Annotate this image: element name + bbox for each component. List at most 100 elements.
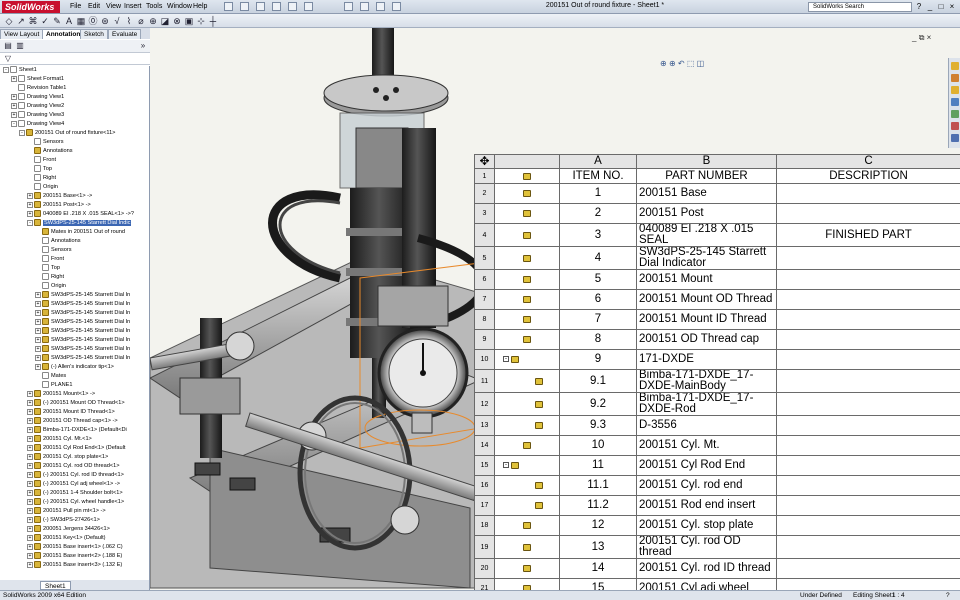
bom-part-number[interactable]: 200151 OD Thread cap xyxy=(636,329,777,350)
bom-row[interactable]: 5 4 SW3dPS-25-145 Starrett Dial Indicator xyxy=(474,246,960,270)
appearances-icon[interactable] xyxy=(951,122,959,130)
bom-row-number[interactable]: 11 xyxy=(474,369,495,393)
tree-item[interactable]: +200151 OD Thread cap<1> -> xyxy=(0,417,149,426)
bom-part-number[interactable]: 040089 EI .218 X .015 SEAL xyxy=(636,223,777,247)
expand-icon[interactable]: + xyxy=(27,453,33,460)
help-icon[interactable] xyxy=(392,2,401,11)
bom-header-description[interactable]: DESCRIPTION xyxy=(776,168,960,184)
doc-minimize-icon[interactable]: _ xyxy=(912,33,916,42)
heads-up-view-toolbar[interactable]: ⊕ ⊕ ↶ ⬚ ◫ xyxy=(660,59,704,69)
format-painter-icon[interactable]: ✎ xyxy=(52,16,62,26)
tree-item[interactable]: + SW3dPS-25-145 Starrett Dial In xyxy=(0,354,149,363)
bom-header-part-number[interactable]: PART NUMBER xyxy=(636,168,777,184)
bom-description[interactable] xyxy=(776,203,960,224)
tree-item[interactable]: + SW3dPS-25-145 Starrett Dial In xyxy=(0,309,149,318)
tree-item[interactable]: + Bimba-171-DXDE<1> (Default<Di xyxy=(0,426,149,435)
bom-row-number[interactable]: 3 xyxy=(474,203,495,224)
expand-icon[interactable]: + xyxy=(27,561,33,568)
bom-description[interactable] xyxy=(776,309,960,330)
tree-item[interactable]: Front xyxy=(0,255,149,264)
tree-item[interactable]: +200151 Key<1> (Default) xyxy=(0,534,149,543)
tab-sketch[interactable]: Sketch xyxy=(80,29,108,39)
bom-row[interactable]: 4 3 040089 EI .218 X .015 SEAL FINISHED PAR… xyxy=(474,223,960,247)
dimension-icon[interactable]: ↗ xyxy=(16,16,26,26)
undo-icon[interactable] xyxy=(288,2,297,11)
tree-item[interactable]: +200151 Base insert<3> (.132 E) xyxy=(0,561,149,570)
expand-icon[interactable]: + xyxy=(27,408,33,415)
menu-file[interactable]: File xyxy=(70,2,81,12)
bom-description[interactable] xyxy=(776,349,960,370)
bom-row[interactable]: 9 8 200151 OD Thread cap xyxy=(474,329,960,350)
tree-item[interactable]: Sensors xyxy=(0,246,149,255)
zoom-to-fit-icon[interactable]: ⊕ xyxy=(660,59,667,68)
bom-description[interactable] xyxy=(776,183,960,204)
bom-row-number[interactable]: 20 xyxy=(474,558,495,579)
tree-item[interactable]: Top xyxy=(0,264,149,273)
tree-item[interactable]: +200151 Pull pin mt<1> -> xyxy=(0,507,149,516)
feature-manager-icon[interactable]: ▤ xyxy=(3,41,13,51)
bom-row-number[interactable]: 6 xyxy=(474,269,495,290)
datum-feature-icon[interactable]: ◪ xyxy=(160,16,170,26)
menu-view[interactable]: View xyxy=(106,2,121,12)
tab-view-layout[interactable]: View Layout xyxy=(0,29,44,39)
bom-header-item-no[interactable]: ITEM NO. xyxy=(559,168,637,184)
tab-evaluate[interactable]: Evaluate xyxy=(108,29,142,39)
zoom-area-icon[interactable]: ⊕ xyxy=(669,59,676,68)
bom-item-no[interactable]: 10 xyxy=(559,435,637,456)
doc-restore-icon[interactable]: ⧉ xyxy=(919,33,925,42)
property-manager-icon[interactable]: ▥ xyxy=(15,41,25,51)
linear-pattern-icon[interactable]: ▦ xyxy=(76,16,86,26)
tree-item[interactable]: - Sheet1 xyxy=(0,66,149,75)
expand-icon[interactable]: + xyxy=(11,102,17,109)
tree-item[interactable]: + SW3dPS-25-145 Starrett Dial In xyxy=(0,327,149,336)
bom-description[interactable] xyxy=(776,435,960,456)
bom-move-handle[interactable]: ✥ xyxy=(474,154,495,169)
bom-item-no[interactable]: 9.3 xyxy=(559,415,637,436)
help-button[interactable]: ? xyxy=(914,2,924,11)
hole-callout-icon[interactable]: ⌀ xyxy=(136,16,146,26)
expand-icon[interactable]: + xyxy=(35,345,41,352)
tab-annotation[interactable]: Annotation xyxy=(42,29,85,39)
search-input[interactable]: SolidWorks Search xyxy=(808,2,912,12)
expand-icon[interactable]: + xyxy=(27,480,33,487)
spell-check-icon[interactable]: ✓ xyxy=(40,16,50,26)
bom-part-number[interactable]: 171-DXDE xyxy=(636,349,777,370)
bom-item-no[interactable]: 9.2 xyxy=(559,392,637,416)
sheet-tab-sheet1[interactable]: Sheet1 xyxy=(40,581,71,590)
bom-part-number[interactable]: SW3dPS-25-145 Starrett Dial Indicator xyxy=(636,246,777,270)
bom-row-number[interactable]: 12 xyxy=(474,392,495,416)
bom-part-number[interactable]: 200151 Post xyxy=(636,203,777,224)
bom-item-no[interactable]: 11.2 xyxy=(559,495,637,516)
bom-part-number[interactable]: 200151 Cyl Rod End xyxy=(636,455,777,476)
bom-row[interactable]: 18 12 200151 Cyl. stop plate xyxy=(474,515,960,536)
tree-item[interactable]: PLANE1 xyxy=(0,381,149,390)
bom-row[interactable]: 10 - 9 171-DXDE xyxy=(474,349,960,370)
bom-item-no[interactable]: 9.1 xyxy=(559,369,637,393)
collapse-icon[interactable]: - xyxy=(19,129,25,136)
rebuild-icon[interactable] xyxy=(360,2,369,11)
expand-icon[interactable]: + xyxy=(27,426,33,433)
bom-description[interactable] xyxy=(776,558,960,579)
bom-part-number[interactable]: 200151 Cyl. stop plate xyxy=(636,515,777,536)
tree-item[interactable]: + SW3dPS-25-145 Starrett Dial In xyxy=(0,345,149,354)
tree-item[interactable]: +200151 Base insert<1> (.062 C) xyxy=(0,543,149,552)
tree-item[interactable]: + (-) Allen's indicator tip<1> xyxy=(0,363,149,372)
bom-item-no[interactable]: 1 xyxy=(559,183,637,204)
expand-icon[interactable]: + xyxy=(27,444,33,451)
tree-item[interactable]: Right xyxy=(0,273,149,282)
expand-icon[interactable]: + xyxy=(27,552,33,559)
tree-item[interactable]: + Drawing View3 xyxy=(0,111,149,120)
tree-item[interactable]: - SW3dPS-25-145 Starrett Dial Indic xyxy=(0,219,149,228)
expand-icon[interactable]: + xyxy=(27,462,33,469)
bom-description[interactable] xyxy=(776,289,960,310)
surface-finish-icon[interactable]: √ xyxy=(112,16,122,26)
bom-item-no[interactable]: 2 xyxy=(559,203,637,224)
expand-icon[interactable]: + xyxy=(27,516,33,523)
tree-item[interactable]: - 200151 Out of round fixture<11> xyxy=(0,129,149,138)
bom-row-number[interactable]: 17 xyxy=(474,495,495,516)
tree-item[interactable]: +200151 Mount<1> -> xyxy=(0,390,149,399)
expand-icon[interactable]: + xyxy=(35,309,41,316)
expand-icon[interactable]: + xyxy=(27,201,33,208)
bom-row[interactable]: 2 1 200151 Base xyxy=(474,183,960,204)
bom-item-no[interactable]: 6 xyxy=(559,289,637,310)
